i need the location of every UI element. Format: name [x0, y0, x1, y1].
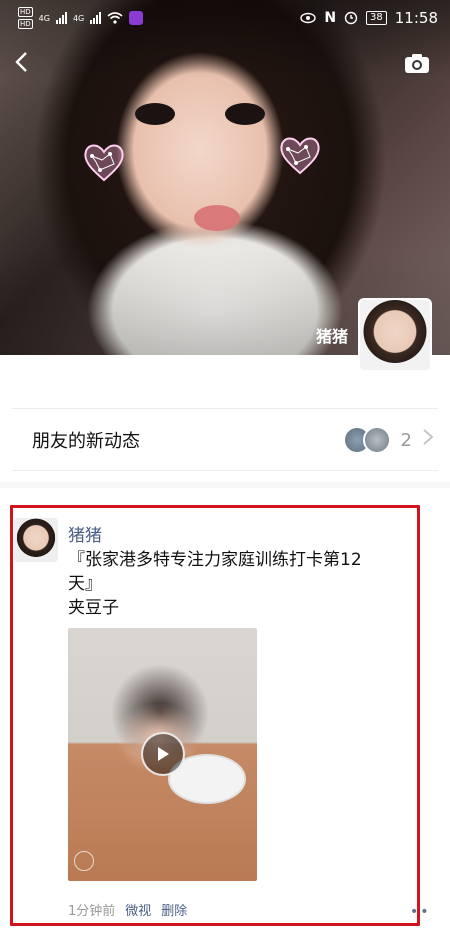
divider	[12, 408, 438, 409]
cover-eye-right	[225, 103, 265, 125]
delete-button[interactable]: 删除	[161, 900, 187, 919]
video-thumbnail[interactable]	[68, 628, 257, 881]
signal-icon	[90, 12, 102, 24]
chevron-right-icon	[422, 427, 434, 452]
section-separator	[0, 482, 450, 488]
friend-updates-label: 朋友的新动态	[32, 431, 140, 452]
play-icon[interactable]	[141, 732, 185, 776]
status-time: 11:58	[394, 9, 438, 27]
profile-avatar[interactable]	[358, 298, 432, 372]
signal-icon	[55, 12, 67, 24]
back-arrow-icon[interactable]	[12, 50, 36, 74]
status-right: N 38 11:58	[300, 9, 438, 27]
profile-name: 猪猪	[315, 327, 348, 346]
battery-indicator: 38	[366, 11, 387, 25]
alarm-icon	[344, 11, 358, 25]
friend-updates-right: 2	[342, 426, 434, 454]
nfc-icon: N	[324, 10, 337, 26]
status-left: HD HD 4G 4G	[18, 7, 144, 29]
hd-badge-1: HD	[18, 7, 33, 17]
more-dots-icon[interactable]: ••	[410, 904, 431, 920]
heart-sticker-icon	[80, 140, 128, 184]
post-source-link[interactable]: 微视	[125, 900, 151, 919]
friend-updates-count: 2	[400, 429, 412, 451]
post-author-avatar[interactable]	[14, 518, 58, 562]
status-bar: HD HD 4G 4G N 38 11:58	[0, 0, 450, 36]
eye-icon	[300, 12, 317, 24]
watermark-icon	[74, 851, 94, 871]
cover-eye-left	[135, 103, 175, 125]
app-notification-icon	[129, 11, 144, 25]
wifi-icon	[107, 12, 123, 24]
post-text: 『张家港多特专注力家庭训练打卡第12 天』 夹豆子	[68, 550, 362, 618]
camera-icon[interactable]	[404, 52, 430, 74]
friend-updates-row[interactable]: 朋友的新动态 2	[0, 410, 450, 470]
post-author-name[interactable]: 猪猪	[68, 521, 102, 546]
network-type-2: 4G	[72, 13, 85, 23]
friend-avatars	[342, 426, 391, 454]
post-time: 1分钟前	[68, 904, 116, 919]
network-type-1: 4G	[38, 13, 50, 23]
hd-badges: HD HD	[18, 7, 33, 29]
cover-mouth	[194, 205, 240, 231]
divider	[12, 470, 438, 471]
hd-badge-2: HD	[18, 19, 33, 29]
heart-sticker-icon	[276, 133, 324, 177]
post-meta: 1分钟前 微视 删除	[68, 900, 187, 919]
friend-avatar	[362, 426, 391, 454]
